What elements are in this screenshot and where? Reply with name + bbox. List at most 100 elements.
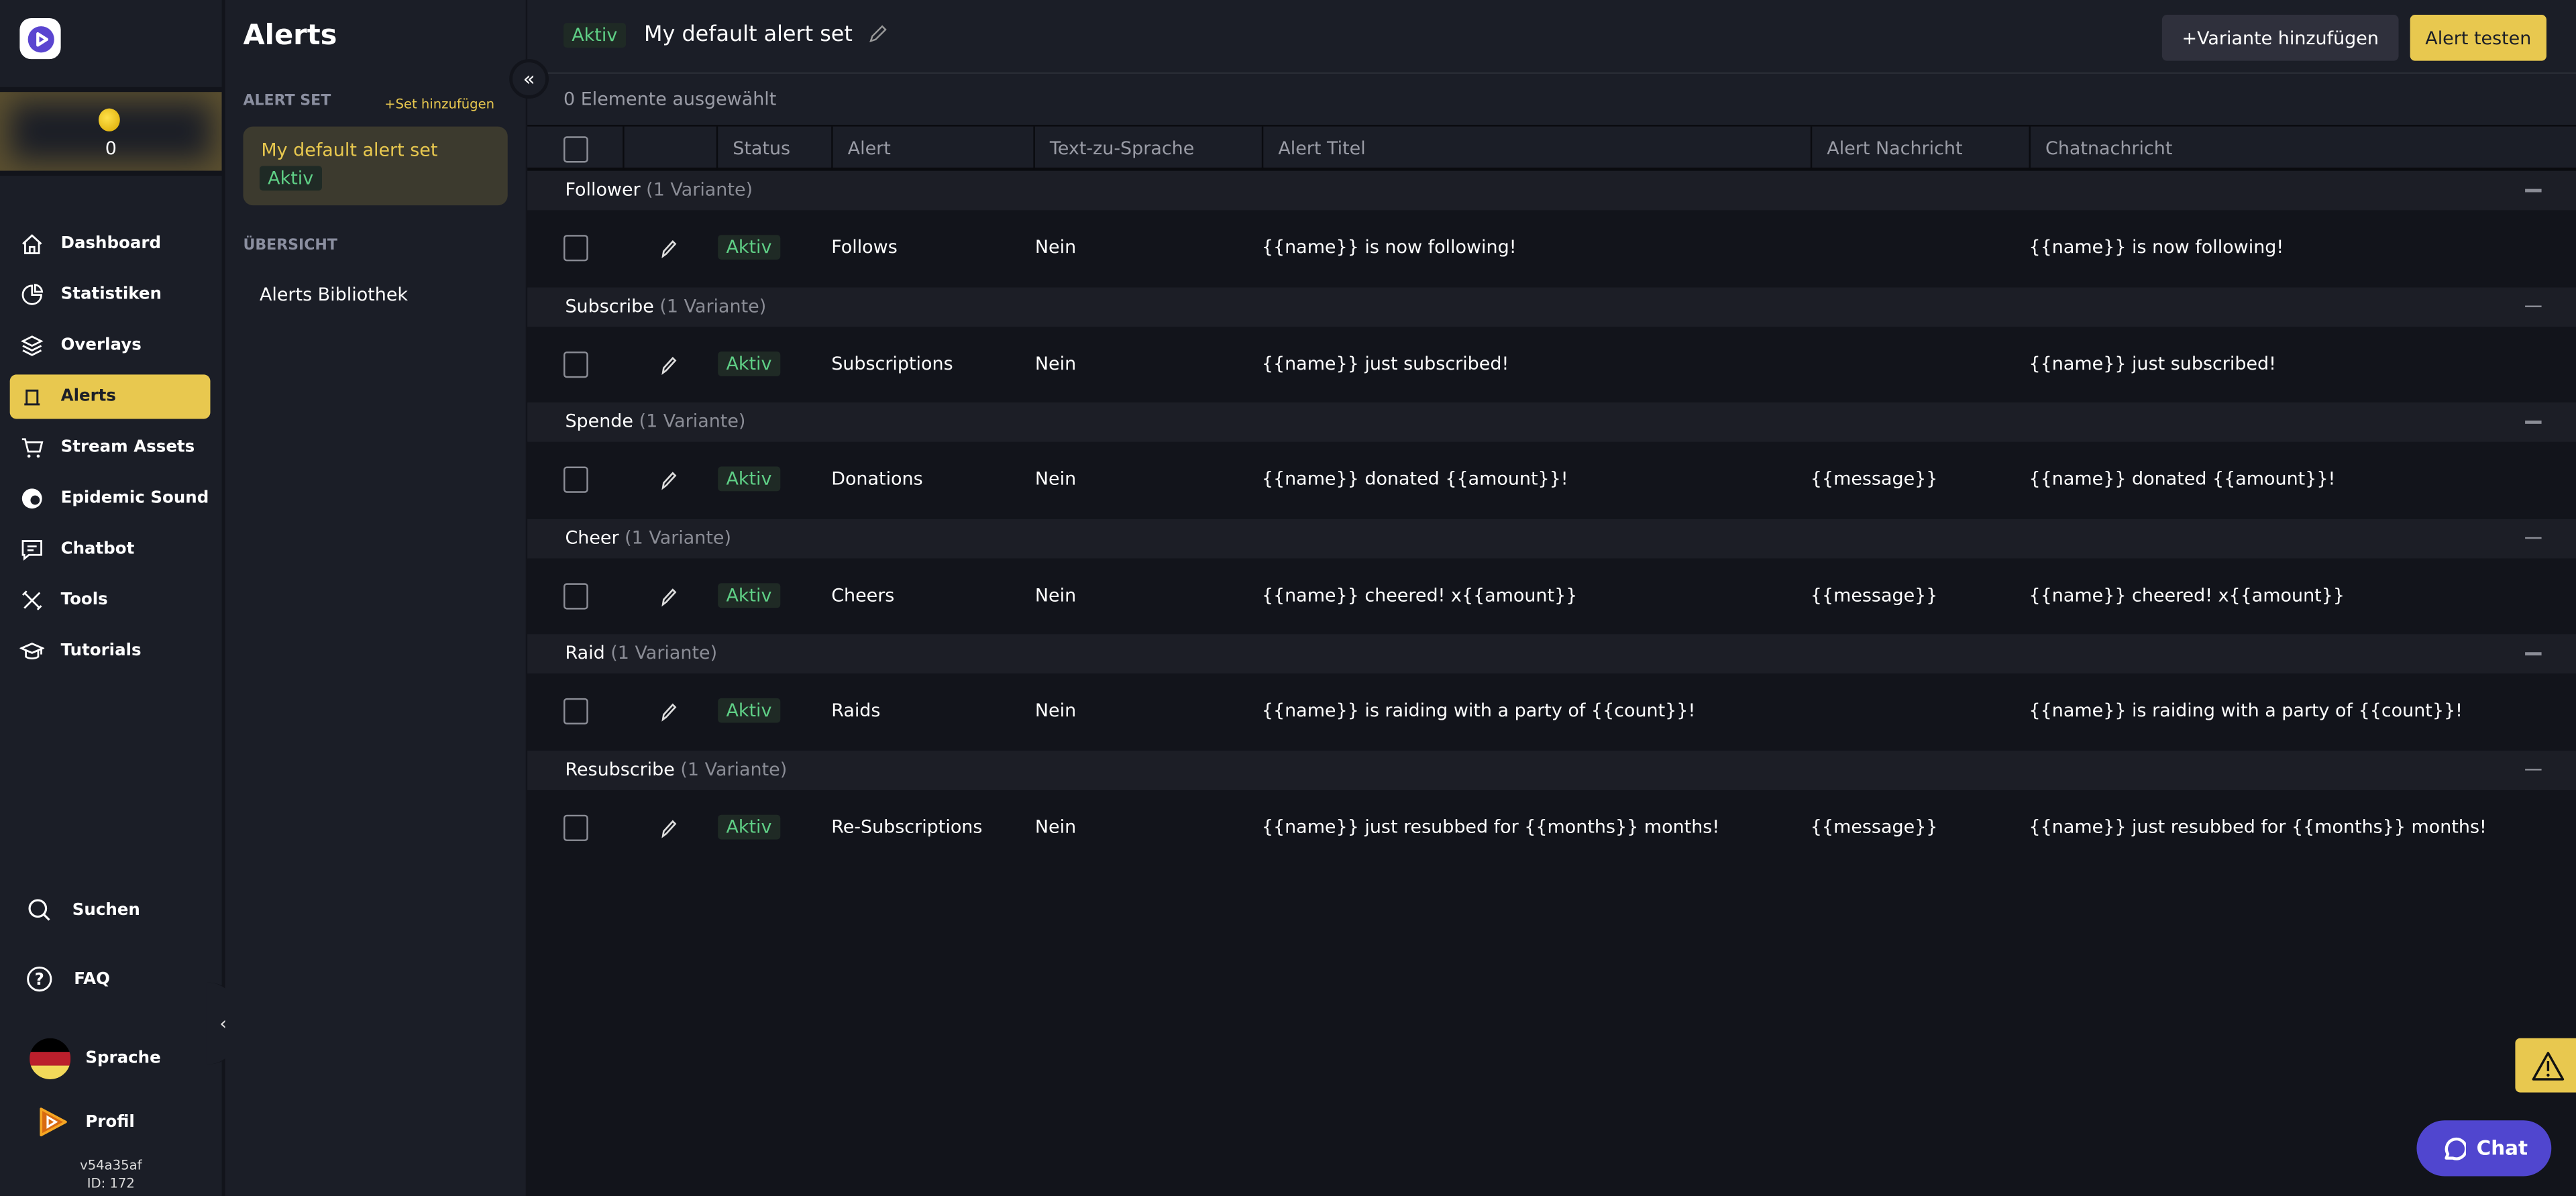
status-badge: Aktiv xyxy=(718,698,780,723)
group-header-cheer[interactable]: Cheer (1 Variante) xyxy=(527,518,2576,558)
chat-icon xyxy=(21,540,42,561)
row-checkbox[interactable] xyxy=(564,466,588,493)
column-alert[interactable]: Alert xyxy=(831,126,1033,170)
edit-icon[interactable] xyxy=(659,816,678,838)
cell-title: {{name}} is now following! xyxy=(1261,236,1517,258)
chat-button[interactable]: Chat xyxy=(2416,1120,2552,1177)
collapse-group-icon[interactable] xyxy=(2525,767,2542,771)
panel-title: Alerts xyxy=(243,19,337,53)
group-header-follower[interactable]: Follower (1 Variante) xyxy=(527,170,2576,211)
profile-button[interactable]: Profil xyxy=(36,1105,135,1138)
test-alert-button[interactable]: Alert testen xyxy=(2410,15,2546,61)
double-chevron-left-icon: « xyxy=(523,67,535,91)
nav-item-statistiken[interactable]: Statistiken xyxy=(10,273,211,317)
edit-icon[interactable] xyxy=(659,237,678,260)
nav-item-dashboard[interactable]: Dashboard xyxy=(10,222,211,266)
collapse-group-icon[interactable] xyxy=(2525,420,2542,423)
cell-chat: {{name}} is raiding with a party of {{co… xyxy=(2029,700,2463,722)
edit-title-icon[interactable] xyxy=(866,23,889,46)
selection-count: 0 Elemente ausgewählt xyxy=(564,89,777,111)
table-header: Status Alert Text-zu-Sprache Alert Titel… xyxy=(527,125,2576,171)
collapse-panel-button[interactable]: « xyxy=(509,59,549,99)
language-button[interactable]: Sprache xyxy=(30,1038,161,1079)
group-label: Subscribe (1 Variante) xyxy=(565,294,767,317)
layers-icon xyxy=(20,335,44,356)
nav-item-tutorials[interactable]: Tutorials xyxy=(10,629,211,673)
alerts-table-area: Aktiv My default alert set + Variante hi… xyxy=(527,0,2576,1196)
table-row[interactable]: Aktiv Donations Nein {{name}} donated {{amo… xyxy=(527,441,2576,518)
coin-icon xyxy=(98,108,120,131)
collapse-group-icon[interactable] xyxy=(2525,652,2542,655)
group-header-subscribe[interactable]: Subscribe (1 Variante) xyxy=(527,286,2576,327)
row-checkbox[interactable] xyxy=(564,350,588,378)
chat-bubble-icon xyxy=(2445,1137,2467,1160)
row-checkbox[interactable] xyxy=(564,582,588,609)
nav-item-alerts[interactable]: Alerts xyxy=(9,374,211,419)
edit-icon[interactable] xyxy=(659,468,678,491)
group-header-raid[interactable]: Raid (1 Variante) xyxy=(527,634,2576,674)
nav-item-tools[interactable]: Tools xyxy=(10,578,211,622)
tools-icon xyxy=(22,590,42,610)
cell-tts: Nein xyxy=(1034,468,1077,490)
cart-icon xyxy=(21,438,44,458)
status-badge: Aktiv xyxy=(718,350,780,376)
alerts-library-link[interactable]: Alerts Bibliothek xyxy=(260,284,408,306)
cell-alert: Follows xyxy=(831,236,898,258)
collapse-group-icon[interactable] xyxy=(2525,188,2542,192)
nav-item-overlays[interactable]: Overlays xyxy=(10,323,211,368)
select-all-checkbox[interactable] xyxy=(564,136,588,163)
pie-chart-icon xyxy=(21,284,44,305)
group-header-resubscribe[interactable]: Resubscribe (1 Variante) xyxy=(527,749,2576,790)
german-flag-icon xyxy=(30,1038,71,1079)
column-status[interactable]: Status xyxy=(716,126,831,170)
status-badge: Aktiv xyxy=(718,235,780,260)
cell-title: {{name}} just resubbed for {{months}} mo… xyxy=(1261,815,1720,837)
table-row[interactable]: Aktiv Cheers Nein {{name}} cheered! x{{amou… xyxy=(527,557,2576,634)
svg-text:?: ? xyxy=(35,969,44,989)
table-row[interactable]: Aktiv Follows Nein {{name}} is now followin… xyxy=(527,210,2576,286)
add-set-button[interactable]: +Set hinzufügen xyxy=(384,97,494,111)
collapse-group-icon[interactable] xyxy=(2525,305,2542,307)
cell-alert: Re-Subscriptions xyxy=(831,815,983,837)
add-variant-button[interactable]: + Variante hinzufügen xyxy=(2161,15,2399,61)
status-badge: Aktiv xyxy=(718,814,780,839)
group-header-spende[interactable]: Spende (1 Variante) xyxy=(527,402,2576,442)
cell-tts: Nein xyxy=(1034,584,1077,606)
row-checkbox[interactable] xyxy=(564,698,588,725)
table-row[interactable]: Aktiv Subscriptions Nein {{name}} just subs… xyxy=(527,326,2576,402)
edit-icon[interactable] xyxy=(659,700,678,722)
table-row[interactable]: Aktiv Raids Nein {{name}} is raiding with a… xyxy=(527,673,2576,749)
column-chat-message[interactable]: Chatnachricht xyxy=(2029,126,2576,170)
search-icon xyxy=(28,899,50,921)
column-alert-title[interactable]: Alert Titel xyxy=(1261,126,1811,170)
collapse-group-icon[interactable] xyxy=(2525,536,2542,539)
table-row[interactable]: Aktiv Re-Subscriptions Nein {{name}} just r… xyxy=(527,789,2576,865)
nav-item-chatbot[interactable]: Chatbot xyxy=(10,527,211,572)
edit-icon[interactable] xyxy=(659,352,678,375)
cell-tts: Nein xyxy=(1034,236,1077,258)
nav-item-epidemic-sound[interactable]: Epidemic Sound xyxy=(10,476,211,521)
status-badge: Aktiv xyxy=(718,466,780,492)
nav-item-stream-assets[interactable]: Stream Assets xyxy=(10,425,211,470)
faq-button[interactable]: ? FAQ xyxy=(26,966,110,992)
coin-balance[interactable]: 0 xyxy=(0,87,222,176)
cell-message: {{message}} xyxy=(1810,468,1938,490)
column-tts[interactable]: Text-zu-Sprache xyxy=(1033,126,1261,170)
app-logo[interactable] xyxy=(19,17,61,60)
column-alert-message[interactable]: Alert Nachricht xyxy=(1810,126,2029,170)
alert-set-item[interactable]: My default alert set Aktiv xyxy=(243,126,508,206)
row-checkbox[interactable] xyxy=(564,814,588,840)
search-button[interactable]: Suchen xyxy=(26,897,140,923)
cell-message: {{message}} xyxy=(1810,815,1938,837)
warning-button[interactable] xyxy=(2515,1038,2576,1093)
cell-alert: Subscriptions xyxy=(831,352,953,374)
version-label: v54a35af xyxy=(80,1158,142,1173)
cell-chat: {{name}} is now following! xyxy=(2029,236,2284,258)
alert-set-heading: ALERT SET xyxy=(243,93,331,111)
edit-icon[interactable] xyxy=(659,584,678,607)
cell-chat: {{name}} just subscribed! xyxy=(2029,352,2276,374)
overview-heading: ÜBERSICHT xyxy=(243,238,337,255)
group-label: Raid (1 Variante) xyxy=(565,642,718,664)
alerts-panel: Alerts ALERT SET +Set hinzufügen My defa… xyxy=(225,0,526,1196)
row-checkbox[interactable] xyxy=(564,235,588,262)
